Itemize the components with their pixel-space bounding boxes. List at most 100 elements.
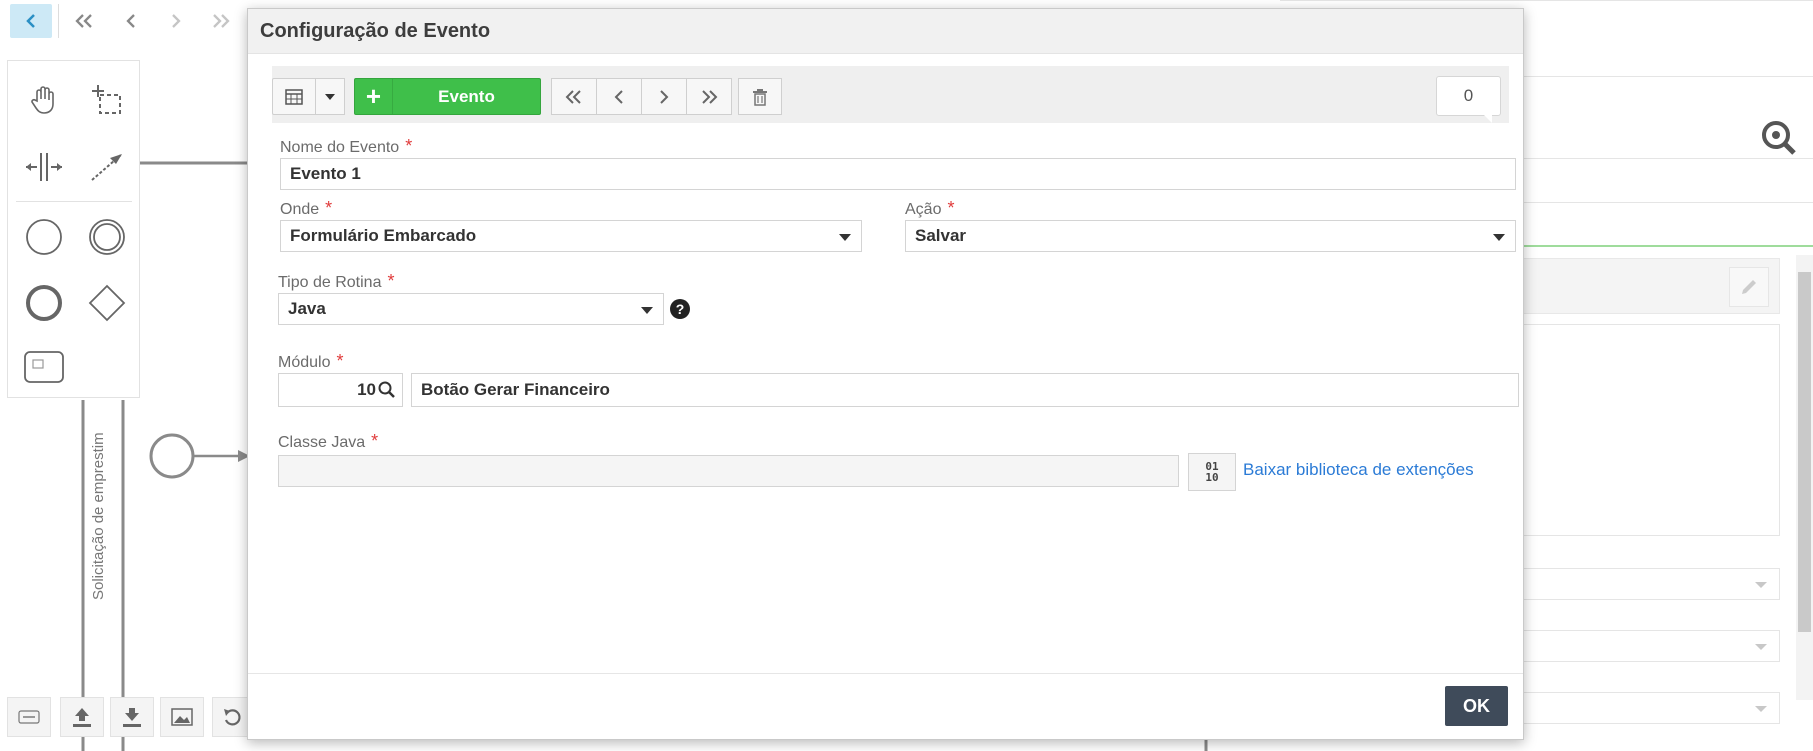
last-icon	[702, 89, 718, 104]
ok-button[interactable]: OK	[1445, 686, 1508, 726]
onde-label: Onde *	[280, 198, 332, 219]
required-mark: *	[947, 198, 955, 218]
acao-label-text: Ação	[905, 201, 942, 218]
hand-tool-icon	[31, 86, 54, 114]
panel-scrollbar-thumb[interactable]	[1798, 272, 1811, 632]
first-icon	[565, 89, 581, 104]
start-event-icon	[26, 219, 62, 255]
space-tool-icon	[26, 153, 62, 181]
subprocess-icon	[24, 351, 64, 383]
download-extensions-link[interactable]: Baixar biblioteca de extenções	[1243, 460, 1474, 480]
edit-button[interactable]	[1729, 267, 1769, 307]
modulo-name-input[interactable]: Botão Gerar Financeiro	[411, 373, 1519, 407]
edit-icon	[1742, 280, 1756, 294]
help-icon[interactable]: ?	[670, 299, 690, 319]
add-event-button[interactable]: + Evento	[354, 78, 541, 115]
next-record-button[interactable]	[641, 78, 687, 115]
classe-java-input[interactable]	[278, 455, 1179, 487]
view-dropdown-button[interactable]	[315, 78, 345, 115]
chevron-down-icon	[839, 234, 851, 241]
connect-tool[interactable]	[83, 143, 131, 191]
zoom-icon	[1762, 121, 1796, 155]
dialog-header: Configuração de Evento	[248, 9, 1523, 54]
tipo-rotina-select[interactable]: Java	[278, 293, 664, 325]
onde-value: Formulário Embarcado	[290, 226, 477, 245]
modulo-name-value: Botão Gerar Financeiro	[421, 380, 610, 399]
grid-icon	[285, 88, 303, 105]
chevron-down-icon	[325, 93, 335, 100]
gateway-tool[interactable]	[83, 279, 131, 327]
tool-palette	[7, 60, 140, 398]
required-mark: *	[336, 351, 344, 371]
binary-icon: 01 10	[1205, 460, 1219, 484]
download-icon	[123, 708, 141, 727]
image-export-button[interactable]	[160, 697, 204, 737]
plus-icon: +	[355, 79, 393, 114]
classe-java-label-text: Classe Java	[278, 434, 366, 451]
onde-label-text: Onde	[280, 201, 320, 218]
start-event-shape[interactable]	[149, 433, 195, 479]
tipo-rotina-label: Tipo de Rotina *	[278, 271, 394, 292]
intermediate-event-icon	[89, 219, 125, 255]
subprocess-tool[interactable]	[20, 343, 68, 391]
nome-evento-input[interactable]: Evento 1	[280, 158, 1516, 190]
required-mark: *	[405, 136, 413, 156]
dialog-toolbar: + Evento 0	[272, 66, 1509, 123]
nome-evento-value: Evento 1	[290, 164, 361, 183]
intermediate-event-tool[interactable]	[83, 213, 131, 261]
acao-label: Ação *	[905, 198, 954, 219]
required-mark: *	[325, 198, 333, 218]
image-icon	[171, 708, 193, 726]
end-event-icon	[26, 285, 62, 321]
modulo-code-input[interactable]: 10	[278, 373, 403, 407]
palette-divider	[16, 201, 132, 202]
xml-icon	[18, 710, 40, 724]
required-mark: *	[387, 271, 395, 291]
previous-record-button[interactable]	[596, 78, 642, 115]
end-event-tool[interactable]	[20, 279, 68, 327]
modulo-code-value: 10	[357, 380, 376, 399]
lane-label-text: Solicitação de emprestim	[90, 432, 107, 600]
dialog-title: Configuração de Evento	[260, 19, 491, 42]
trash-icon	[753, 88, 767, 106]
upload-button[interactable]	[60, 697, 104, 737]
last-record-button[interactable]	[686, 78, 732, 115]
modulo-label-text: Módulo	[278, 354, 331, 371]
start-event-tool[interactable]	[20, 213, 68, 261]
next-icon	[660, 89, 669, 104]
acao-select[interactable]: Salvar	[905, 220, 1516, 252]
lane-label: Solicitação de emprestim	[88, 420, 108, 600]
xml-button[interactable]	[7, 697, 51, 737]
download-button[interactable]	[110, 697, 154, 737]
delete-button[interactable]	[738, 78, 782, 115]
event-config-dialog: Configuração de Evento + Evento 0 Nome d…	[247, 8, 1524, 740]
record-counter: 0	[1436, 76, 1501, 123]
modulo-label: Módulo *	[278, 351, 344, 372]
lasso-tool-icon	[92, 85, 121, 114]
chevron-down-icon	[641, 307, 653, 314]
binary-file-button[interactable]: 01 10	[1188, 453, 1236, 491]
upload-icon	[73, 708, 91, 727]
zoom-button[interactable]	[1760, 118, 1800, 158]
connect-tool-icon	[91, 153, 123, 181]
nome-evento-label-text: Nome do Evento	[280, 139, 400, 156]
gateway-icon	[88, 284, 126, 322]
classe-java-label: Classe Java *	[278, 431, 378, 452]
dialog-footer: OK	[248, 673, 1523, 739]
previous-icon	[614, 89, 623, 104]
undo-icon	[224, 709, 241, 726]
required-mark: *	[371, 431, 379, 451]
add-event-label: Evento	[438, 86, 495, 106]
undo-button[interactable]	[212, 697, 252, 737]
onde-select[interactable]: Formulário Embarcado	[280, 220, 862, 252]
search-icon[interactable]	[378, 381, 396, 399]
panel-divider	[1280, 0, 1813, 1]
hand-tool[interactable]	[20, 76, 68, 124]
grid-view-button[interactable]	[272, 78, 316, 115]
space-tool[interactable]	[20, 143, 68, 191]
lasso-tool[interactable]	[83, 76, 131, 124]
first-record-button[interactable]	[551, 78, 597, 115]
acao-value: Salvar	[915, 226, 967, 245]
tipo-rotina-value: Java	[288, 299, 326, 318]
chevron-down-icon	[1493, 234, 1505, 241]
